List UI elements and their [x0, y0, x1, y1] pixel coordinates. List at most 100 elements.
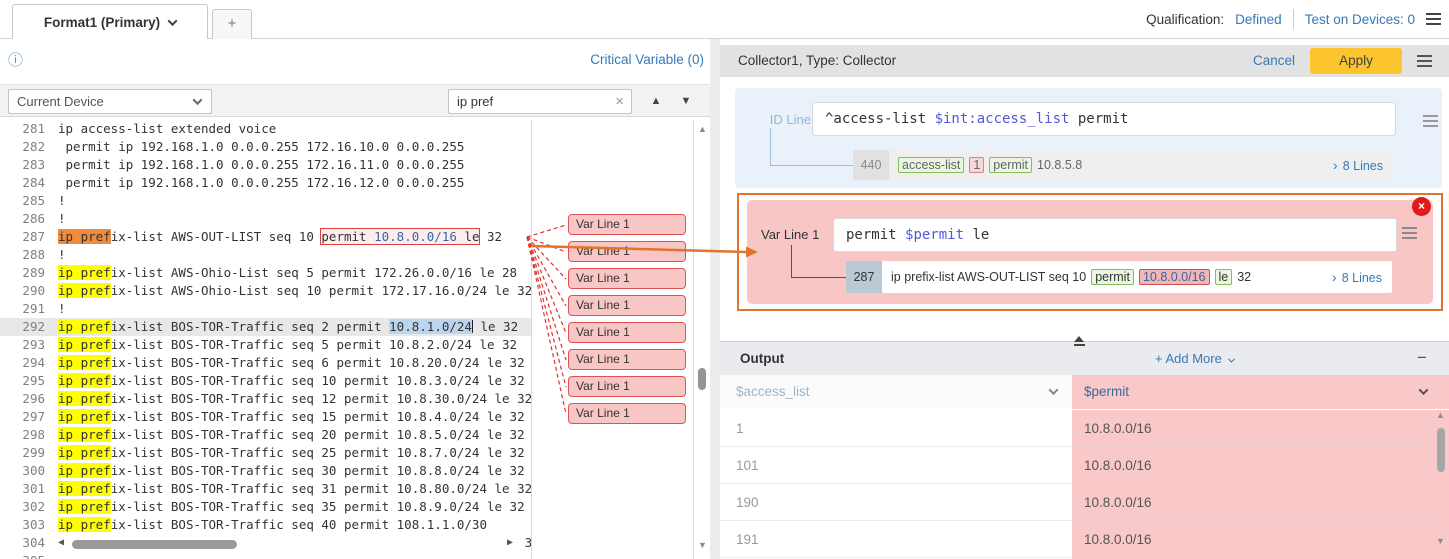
- critical-variable-link[interactable]: Critical Variable (0): [590, 52, 704, 67]
- code-line[interactable]: 300ip prefix-list BOS-TOR-Traffic seq 30…: [0, 462, 531, 480]
- code-segment: ix-list BOS-TOR-Traffic seq 12 permit 10…: [111, 391, 531, 406]
- clear-search-icon[interactable]: ×: [615, 94, 624, 109]
- code-line[interactable]: 288!: [0, 246, 531, 264]
- chevron-down-icon: [193, 95, 203, 105]
- var-line-menu-icon[interactable]: [1402, 227, 1417, 239]
- output-scrollbar-thumb[interactable]: [1437, 428, 1445, 472]
- add-more-button[interactable]: + Add More: [1155, 342, 1234, 376]
- code-line[interactable]: 284 permit ip 192.168.1.0 0.0.0.255 172.…: [0, 174, 531, 192]
- vertical-scrollbar-thumb[interactable]: [698, 368, 706, 390]
- collector-header: Collector1, Type: Collector Cancel Apply: [720, 45, 1449, 77]
- line-number: 297: [0, 408, 45, 426]
- code-line[interactable]: 282 permit ip 192.168.1.0 0.0.0.255 172.…: [0, 138, 531, 156]
- var-line-chip[interactable]: Var Line 1: [568, 241, 686, 262]
- var-line-chip[interactable]: Var Line 1: [568, 268, 686, 289]
- scroll-right-arrow[interactable]: ▶: [507, 537, 513, 548]
- code-line[interactable]: 301ip prefix-list BOS-TOR-Traffic seq 31…: [0, 480, 531, 498]
- scroll-up-arrow[interactable]: ▲: [1436, 410, 1445, 420]
- id-line-menu-icon[interactable]: [1423, 115, 1438, 127]
- code-line[interactable]: 283 permit ip 192.168.1.0 0.0.0.255 172.…: [0, 156, 531, 174]
- line-number: 286: [0, 210, 45, 228]
- code-line[interactable]: 297ip prefix-list BOS-TOR-Traffic seq 15…: [0, 408, 531, 426]
- qualification-value-link[interactable]: Defined: [1235, 12, 1282, 27]
- cancel-button[interactable]: Cancel: [1253, 45, 1295, 77]
- line-number: 296: [0, 390, 45, 408]
- scroll-up-arrow[interactable]: ▲: [698, 124, 707, 134]
- scroll-down-arrow[interactable]: ▼: [1436, 536, 1445, 546]
- var-line-chip[interactable]: Var Line 1: [568, 349, 686, 370]
- code-line[interactable]: 286!: [0, 210, 531, 228]
- pattern-variable: $permit: [905, 227, 964, 243]
- code-line[interactable]: 302ip prefix-list BOS-TOR-Traffic seq 35…: [0, 498, 531, 516]
- id-line-pattern-input[interactable]: ^access-list $int:access_list permit: [812, 102, 1396, 136]
- collapse-output-icon[interactable]: [1072, 336, 1086, 346]
- code-line[interactable]: 303ip prefix-list BOS-TOR-Traffic seq 40…: [0, 516, 531, 534]
- code-segment: ix-list AWS-OUT-LIST seq 10: [111, 229, 322, 244]
- test-on-devices-link[interactable]: Test on Devices: 0: [1305, 12, 1415, 27]
- table-row[interactable]: 19010.8.0.0/16: [720, 484, 1449, 521]
- cell-permit: 10.8.0.0/16: [1072, 484, 1433, 521]
- info-icon[interactable]: ⓘ: [8, 49, 23, 70]
- var-line-match-row[interactable]: 287 ip prefix-list AWS-OUT-LIST seq 10pe…: [846, 261, 1392, 293]
- device-selector-value: Current Device: [17, 94, 104, 109]
- code-segment: ip pref: [58, 427, 111, 442]
- code-line[interactable]: 294ip prefix-list BOS-TOR-Traffic seq 6 …: [0, 354, 531, 372]
- code-segment: ip pref: [58, 409, 111, 424]
- code-line[interactable]: 295ip prefix-list BOS-TOR-Traffic seq 10…: [0, 372, 531, 390]
- var-line-chip[interactable]: Var Line 1: [568, 376, 686, 397]
- code-line[interactable]: 281ip access-list extended voice: [0, 120, 531, 138]
- find-next-button[interactable]: ▼: [674, 89, 698, 114]
- idline-expand-link[interactable]: ›8 Lines: [1333, 157, 1393, 173]
- table-row[interactable]: 19110.8.0.0/16: [720, 521, 1449, 558]
- table-row[interactable]: 110.8.0.0/16: [720, 410, 1449, 447]
- line-number: 294: [0, 354, 45, 372]
- tab-format1-label: Format1 (Primary): [44, 15, 160, 30]
- vertical-scrollbar[interactable]: ▲ ▼: [693, 120, 710, 559]
- close-icon[interactable]: ×: [1412, 197, 1431, 216]
- code-line[interactable]: 290ip prefix-list AWS-Ohio-List seq 10 p…: [0, 282, 531, 300]
- device-selector[interactable]: Current Device: [8, 89, 212, 114]
- line-number: 305: [0, 552, 45, 559]
- code-line[interactable]: 285!: [0, 192, 531, 210]
- qualification-label: Qualification:: [1146, 12, 1224, 27]
- code-line[interactable]: 298ip prefix-list BOS-TOR-Traffic seq 20…: [0, 426, 531, 444]
- var-line-pattern-input[interactable]: permit $permit le: [833, 218, 1397, 252]
- collector-menu-icon[interactable]: [1417, 55, 1432, 67]
- code-line[interactable]: 293ip prefix-list BOS-TOR-Traffic seq 5 …: [0, 336, 531, 354]
- find-previous-button[interactable]: ▲: [644, 89, 668, 114]
- code-segment: permit ip 192.168.1.0 0.0.0.255 172.16.1…: [58, 139, 464, 154]
- horizontal-scrollbar-thumb[interactable]: [72, 540, 237, 549]
- apply-button[interactable]: Apply: [1310, 48, 1402, 74]
- tab-format1[interactable]: Format1 (Primary): [12, 4, 208, 39]
- menu-icon[interactable]: [1426, 13, 1441, 25]
- code-area[interactable]: 305304ip prefix-list BOS-TOR-Traffic seq…: [0, 120, 531, 559]
- code-line[interactable]: 296ip prefix-list BOS-TOR-Traffic seq 12…: [0, 390, 531, 408]
- output-scrollbar[interactable]: ▲ ▼: [1433, 368, 1449, 559]
- code-line[interactable]: 292ip prefix-list BOS-TOR-Traffic seq 2 …: [0, 318, 531, 336]
- column-header-permit[interactable]: $permit: [1072, 375, 1449, 409]
- column-header-access-list[interactable]: $access_list: [720, 375, 1072, 409]
- line-text: permit ip 192.168.1.0 0.0.0.255 172.16.1…: [58, 175, 464, 190]
- code-segment: 32: [479, 229, 502, 244]
- scroll-down-arrow[interactable]: ▼: [698, 540, 707, 550]
- var-line-chip[interactable]: Var Line 1: [568, 214, 686, 235]
- connector-line: [791, 245, 792, 278]
- line-text: permit ip 192.168.1.0 0.0.0.255 172.16.1…: [58, 139, 464, 154]
- code-line[interactable]: 287ip prefix-list AWS-OUT-LIST seq 10 pe…: [0, 228, 531, 246]
- var-line-chip[interactable]: Var Line 1: [568, 322, 686, 343]
- table-row[interactable]: 10110.8.0.0/16: [720, 447, 1449, 484]
- add-format-tab[interactable]: +: [212, 9, 252, 39]
- var-line-chip[interactable]: Var Line 1: [568, 295, 686, 316]
- scroll-left-arrow[interactable]: ◀: [58, 537, 64, 548]
- varline-expand-link[interactable]: ›8 Lines: [1332, 269, 1392, 285]
- lines-count: 8 Lines: [1343, 159, 1383, 173]
- code-line[interactable]: 289ip prefix-list AWS-Ohio-List seq 5 pe…: [0, 264, 531, 282]
- id-line-match-row[interactable]: 440 access-list1permit10.8.5.8 ›8 Lines: [853, 150, 1393, 180]
- code-line[interactable]: 291!: [0, 300, 531, 318]
- search-input[interactable]: ip pref ×: [448, 89, 632, 114]
- code-line[interactable]: 299ip prefix-list BOS-TOR-Traffic seq 25…: [0, 444, 531, 462]
- divider: [1293, 9, 1294, 29]
- minimize-output-icon[interactable]: −: [1417, 342, 1427, 374]
- var-line-chip[interactable]: Var Line 1: [568, 403, 686, 424]
- line-text: permit ip 192.168.1.0 0.0.0.255 172.16.1…: [58, 157, 464, 172]
